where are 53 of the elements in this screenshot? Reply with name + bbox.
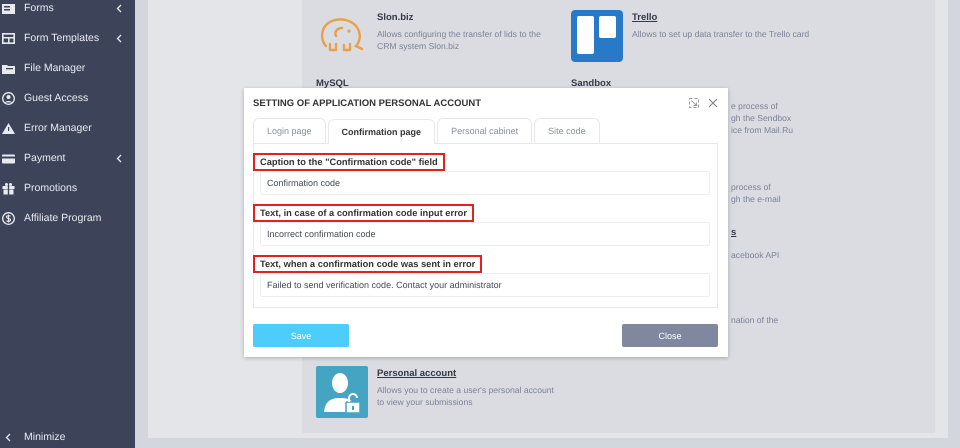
input-field[interactable]: Incorrect confirmation code xyxy=(260,222,710,246)
close-icon[interactable] xyxy=(708,98,718,108)
integration-link[interactable]: Personal account xyxy=(377,366,456,381)
chevron-icon xyxy=(5,432,11,442)
integration-description: to view your submissions xyxy=(377,396,474,408)
expand-icon[interactable] xyxy=(689,98,699,108)
sidebar-item[interactable]: Promotions xyxy=(0,173,135,203)
sidebar-item-label: Affiliate Program xyxy=(24,212,102,224)
sidebar-item-label: Error Manager xyxy=(24,122,93,134)
sidebar-item[interactable]: Affiliate Program xyxy=(0,203,135,233)
integration-description: nation of the xyxy=(731,314,778,326)
user-icon xyxy=(2,92,15,104)
user-lock-icon xyxy=(316,366,368,418)
board-icon xyxy=(571,10,623,62)
integration-title: Slon.biz xyxy=(377,11,414,25)
integration-title: Sandbox xyxy=(571,77,612,91)
sidebar-item[interactable]: Payment xyxy=(0,143,135,173)
integration-description: process of xyxy=(731,181,772,193)
integration-description: gh the Sendbox xyxy=(731,112,792,124)
integration-description: CRM system Slon.biz xyxy=(377,40,460,52)
field-label: Text, in case of a confirmation code input error xyxy=(253,204,474,222)
integration-description: gh the e-mail xyxy=(731,193,781,205)
dollar-icon xyxy=(2,212,15,224)
input-field[interactable]: Confirmation code xyxy=(260,171,710,195)
integration-description: acebook API xyxy=(731,249,780,261)
sidebar-item-label: Guest Access xyxy=(24,92,90,104)
sidebar-item[interactable]: Forms xyxy=(0,0,135,23)
sidebar-item[interactable]: File Manager xyxy=(0,53,135,83)
tab[interactable]: Confirmation page xyxy=(328,119,436,144)
input-field[interactable]: Failed to send verification code. Contact your administrator xyxy=(260,273,710,297)
integration-description: Allows configuring the transfer of lids to the xyxy=(377,28,541,40)
close-button[interactable]: Close xyxy=(622,324,718,347)
sidebar-item-label: Forms xyxy=(24,2,55,14)
field-label: Caption to the "Confirmation code" field xyxy=(253,153,445,171)
sidebar-item[interactable]: Error Manager xyxy=(0,113,135,143)
sidebar-item-label: Payment xyxy=(24,152,66,164)
layout-icon xyxy=(2,32,15,44)
field-label: Text, when a confirmation code was sent in error xyxy=(253,255,482,273)
integration-description: Allows to set up data transfer to the Trello card xyxy=(632,28,810,40)
sidebar-item[interactable]: Form Templates xyxy=(0,23,135,53)
integration-link[interactable]: Trello xyxy=(632,10,658,25)
sidebar-item-label: Form Templates xyxy=(24,32,100,44)
integration-title: MySQL xyxy=(316,77,349,91)
integration-description: Allows you to create a user's personal account xyxy=(377,384,554,396)
sidebar-item-label: File Manager xyxy=(24,62,86,74)
minimize-button[interactable]: Minimize xyxy=(0,426,135,448)
dialog-title: SETTING OF APPLICATION PERSONAL ACCOUNT xyxy=(253,98,482,108)
integration-description: e process of xyxy=(731,100,779,112)
minimize-label: Minimize xyxy=(24,431,66,443)
integration-link[interactable]: s xyxy=(731,225,736,240)
sidebar-item-label: Promotions xyxy=(24,182,78,194)
integration-description: ice from Mail.Ru xyxy=(731,124,794,136)
sidebar-item[interactable]: Guest Access xyxy=(0,83,135,113)
